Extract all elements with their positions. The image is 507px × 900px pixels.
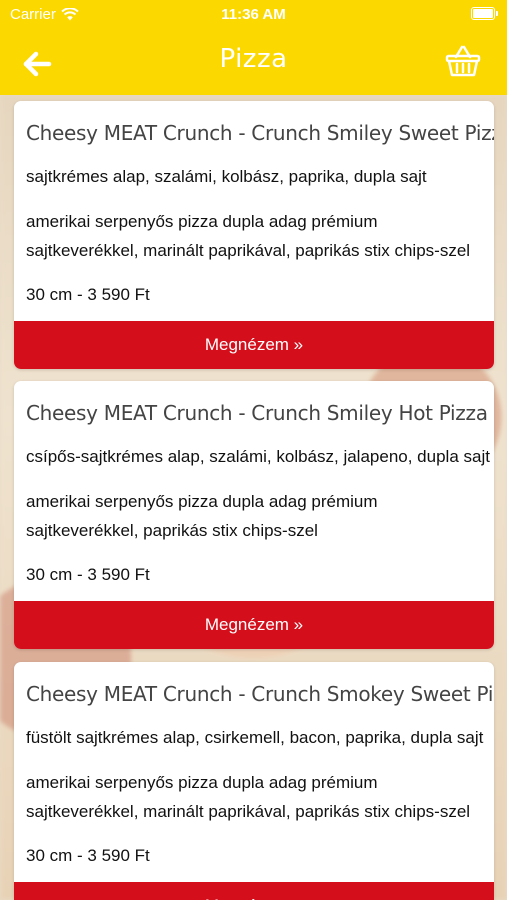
product-card[interactable]: Cheesy MEAT Crunch - Crunch Smiley Hot P… bbox=[14, 381, 494, 649]
basket-button[interactable] bbox=[445, 43, 481, 79]
product-ingredients: sajtkrémes alap, szalámi, kolbász, papri… bbox=[26, 167, 427, 186]
product-card[interactable]: Cheesy MEAT Crunch - Crunch Smokey Sweet… bbox=[14, 662, 494, 900]
status-bar: Carrier 11:36 AM bbox=[0, 0, 507, 28]
app-header: Carrier 11:36 AM Pizza bbox=[0, 0, 507, 95]
page-title: Pizza bbox=[219, 44, 288, 74]
basket-icon bbox=[445, 45, 481, 77]
view-product-button[interactable]: Megnézem » bbox=[14, 882, 494, 900]
view-product-button[interactable]: Megnézem » bbox=[14, 321, 494, 369]
product-price: 30 cm - 3 590 Ft bbox=[26, 565, 150, 584]
product-title: Cheesy MEAT Crunch - Crunch Smokey Sweet… bbox=[26, 682, 494, 706]
product-price: 30 cm - 3 590 Ft bbox=[26, 285, 150, 304]
product-title: Cheesy MEAT Crunch - Crunch Smiley Hot P… bbox=[26, 401, 488, 425]
battery-icon bbox=[471, 7, 498, 20]
product-ingredients: füstölt sajtkrémes alap, csirkemell, bac… bbox=[26, 728, 484, 747]
product-title: Cheesy MEAT Crunch - Crunch Smiley Sweet… bbox=[26, 121, 494, 145]
product-price: 30 cm - 3 590 Ft bbox=[26, 846, 150, 865]
view-product-button[interactable]: Megnézem » bbox=[14, 601, 494, 649]
product-ingredients: csípős-sajtkrémes alap, szalámi, kolbász… bbox=[26, 447, 490, 466]
product-description: amerikai serpenyős pizza dupla adag prém… bbox=[26, 492, 378, 540]
status-time: 11:36 AM bbox=[221, 6, 286, 23]
product-description: amerikai serpenyős pizza dupla adag prém… bbox=[26, 773, 471, 821]
product-card[interactable]: Cheesy MEAT Crunch - Crunch Smiley Sweet… bbox=[14, 101, 494, 369]
product-description: amerikai serpenyős pizza dupla adag prém… bbox=[26, 212, 471, 260]
